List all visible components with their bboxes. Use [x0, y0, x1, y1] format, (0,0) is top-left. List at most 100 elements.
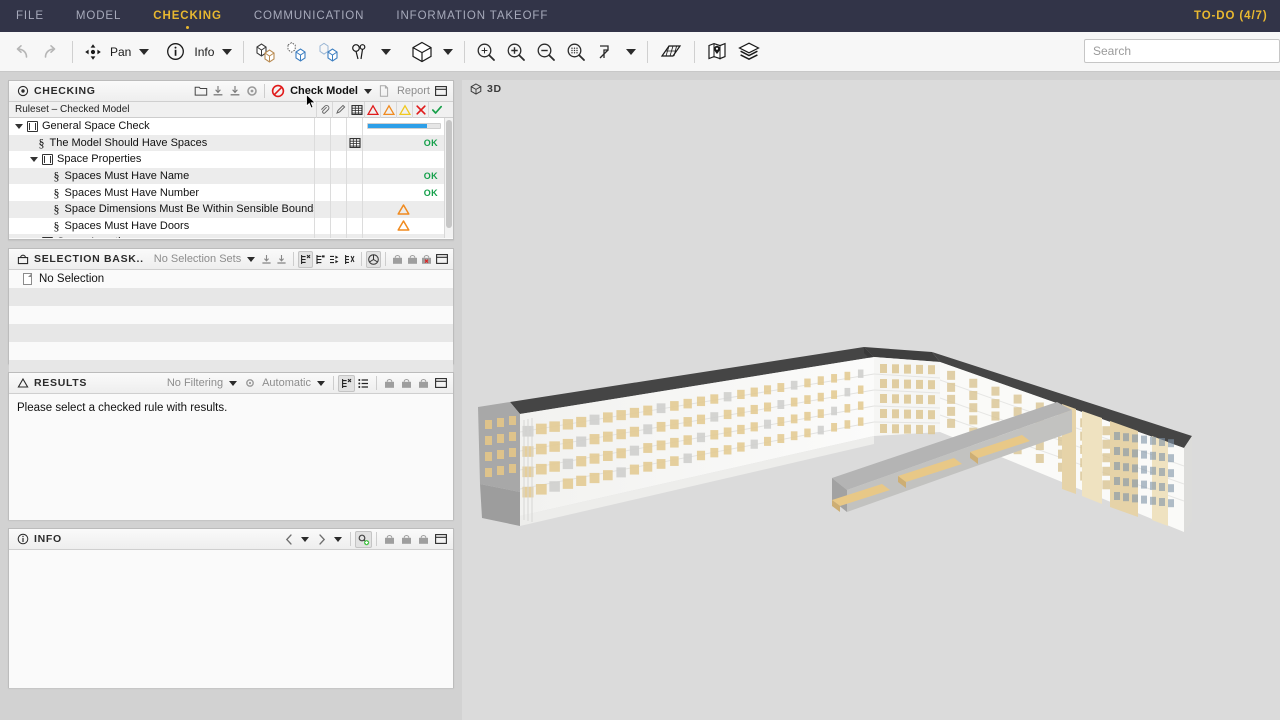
note-cell[interactable]	[330, 184, 346, 201]
menu-item-information-takeoff[interactable]: INFORMATION TAKEOFF	[380, 0, 564, 32]
results-replace-basket-button[interactable]	[398, 375, 415, 392]
viewport-tab-3d[interactable]: 3D	[470, 83, 502, 95]
attachment-cell[interactable]	[314, 184, 330, 201]
hide-cube-button[interactable]	[282, 37, 314, 67]
checking-panel-layout-button[interactable]	[432, 83, 449, 100]
info-tool-button[interactable]	[162, 37, 189, 67]
table-cell[interactable]	[346, 234, 362, 238]
info-next-button[interactable]	[313, 531, 330, 548]
tree-expander[interactable]	[15, 124, 23, 130]
rule-tree-row[interactable]: § The Model Should Have Spaces OK	[9, 134, 453, 152]
selection-basket-layout-button[interactable]	[434, 251, 449, 268]
import-ruleset-button[interactable]	[209, 83, 226, 100]
results-add-basket-button[interactable]	[381, 375, 398, 392]
attachment-cell[interactable]	[314, 217, 330, 235]
todo-counter[interactable]: TO-DO (4/7)	[1194, 0, 1280, 32]
list-item[interactable]	[9, 306, 453, 324]
view-cube-button[interactable]	[406, 37, 438, 67]
export-ruleset-button[interactable]	[226, 83, 243, 100]
info-clear-basket-button[interactable]	[415, 531, 432, 548]
info-replace-basket-button[interactable]	[398, 531, 415, 548]
open-ruleset-button[interactable]	[192, 83, 209, 100]
note-cell[interactable]	[330, 134, 346, 152]
view-dropdown-caret[interactable]	[443, 48, 454, 55]
section-tool-button[interactable]	[591, 37, 621, 67]
table-cell[interactable]	[346, 184, 362, 201]
check-model-icon-button[interactable]	[269, 83, 286, 100]
rule-tree-scrollbar[interactable]	[444, 118, 453, 238]
note-cell[interactable]	[330, 167, 346, 185]
note-cell[interactable]	[330, 151, 346, 168]
table-cell[interactable]	[346, 200, 362, 218]
attachment-cell[interactable]	[314, 134, 330, 152]
info-prev-caret[interactable]	[301, 536, 309, 542]
grid-plane-button[interactable]	[654, 37, 688, 67]
table-cell[interactable]	[346, 217, 362, 235]
list-item[interactable]	[9, 342, 453, 360]
rule-tree-row[interactable]: General Space Check	[9, 118, 453, 135]
isolate-cube-button[interactable]	[314, 37, 346, 67]
map-pin-button[interactable]	[701, 37, 733, 67]
results-mode-caret[interactable]	[317, 380, 325, 386]
rule-tree-row[interactable]: § Spaces Must Have Number OK	[9, 184, 453, 201]
import-selection-button[interactable]	[259, 251, 274, 268]
select-by-type-button[interactable]	[297, 250, 313, 268]
pan-tool-button[interactable]	[79, 37, 105, 67]
report-icon-button[interactable]	[376, 83, 393, 100]
selection-sets-dropdown-label[interactable]: No Selection Sets	[144, 253, 243, 265]
table-cell[interactable]	[346, 167, 362, 185]
table-cell[interactable]	[346, 151, 362, 168]
info-panel-layout-button[interactable]	[432, 531, 449, 548]
rule-tree-row[interactable]: § Spaces Must Have Name OK	[9, 167, 453, 185]
info-prev-button[interactable]	[280, 531, 297, 548]
export-selection-button[interactable]	[274, 251, 289, 268]
replace-basket-button[interactable]	[405, 251, 420, 268]
results-clear-basket-button[interactable]	[415, 375, 432, 392]
results-filter-caret[interactable]	[229, 380, 238, 386]
rule-tree-row[interactable]: § Spaces Must Have Doors	[9, 217, 453, 235]
rule-tree[interactable]: General Space Check § The Model Should Hav…	[9, 118, 453, 238]
measure-dropdown-caret[interactable]	[381, 48, 392, 55]
selection-sets-caret[interactable]	[247, 256, 256, 262]
measure-tool-button[interactable]	[346, 37, 376, 67]
info-add-basket-button[interactable]	[381, 531, 398, 548]
results-filter-label[interactable]: No Filtering	[163, 377, 225, 389]
add-to-basket-button[interactable]	[390, 251, 405, 268]
section-dropdown-caret[interactable]	[626, 48, 637, 55]
tree-expander[interactable]	[30, 157, 38, 163]
rule-tree-row[interactable]: § Space Dimensions Must Be Within Sensibl…	[9, 200, 453, 218]
list-item[interactable]: No Selection	[9, 270, 453, 288]
results-tree-view-button[interactable]	[338, 374, 355, 392]
menu-item-checking[interactable]: CHECKING	[137, 0, 238, 32]
deselect-button[interactable]	[342, 251, 357, 268]
info-add-property-button[interactable]	[355, 530, 372, 548]
red-x-column-header[interactable]	[412, 101, 428, 118]
table-column-header[interactable]	[348, 101, 364, 118]
search-input[interactable]: Search	[1084, 39, 1280, 63]
clear-basket-button[interactable]	[419, 251, 434, 268]
zoom-selected-button[interactable]	[561, 37, 591, 67]
zoom-window-button[interactable]	[471, 37, 501, 67]
pan-dropdown-caret[interactable]	[139, 48, 150, 55]
select-cube-button[interactable]	[250, 37, 282, 67]
menu-item-file[interactable]: FILE	[0, 0, 60, 32]
check-model-caret[interactable]	[363, 88, 372, 94]
zoom-in-button[interactable]	[501, 37, 531, 67]
select-group-button[interactable]	[328, 251, 343, 268]
results-mode-label[interactable]: Automatic	[258, 377, 313, 389]
orange-triangle-column-header[interactable]	[380, 101, 396, 118]
redo-button[interactable]	[36, 37, 66, 67]
ruleset-settings-button[interactable]	[243, 83, 260, 100]
note-cell[interactable]	[330, 200, 346, 218]
green-check-column-header[interactable]	[428, 101, 444, 118]
show-in-3d-button[interactable]	[365, 250, 381, 268]
paperclip-column-header[interactable]	[316, 101, 332, 118]
menu-item-communication[interactable]: COMMUNICATION	[238, 0, 381, 32]
selection-basket-body[interactable]: No Selection	[9, 270, 453, 378]
rule-tree-row[interactable]: Space Properties	[9, 151, 453, 168]
yellow-triangle-column-header[interactable]	[396, 101, 412, 118]
layers-button[interactable]	[733, 37, 765, 67]
results-list-view-button[interactable]	[355, 375, 372, 392]
info-next-caret[interactable]	[334, 536, 342, 542]
table-cell[interactable]	[346, 134, 362, 152]
